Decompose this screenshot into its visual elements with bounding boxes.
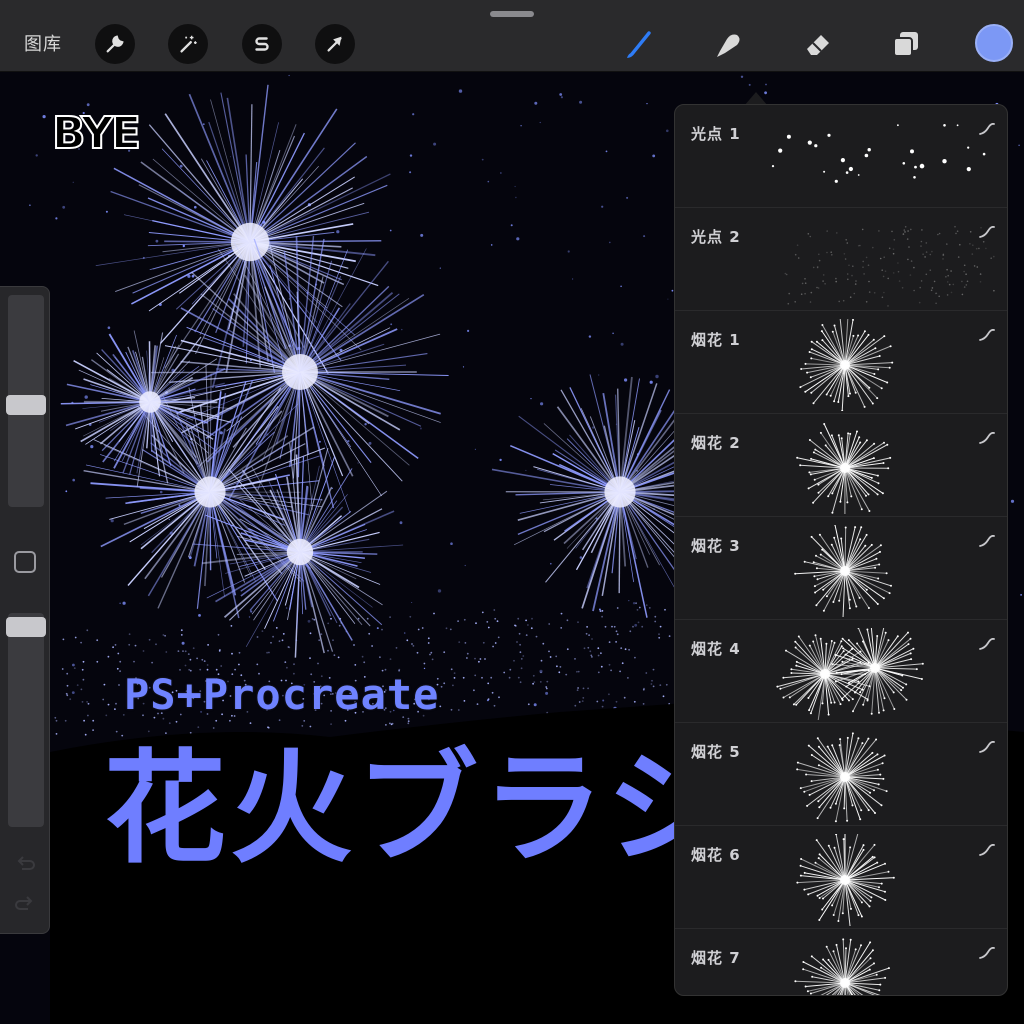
brush-item[interactable]: 光点 2 <box>675 208 1007 311</box>
redo-icon[interactable] <box>14 893 36 915</box>
brush-name: 烟花 2 <box>691 434 741 452</box>
eraser-icon[interactable] <box>796 22 840 66</box>
brush-icon[interactable] <box>618 22 662 66</box>
color-picker-swatch[interactable] <box>975 24 1013 62</box>
modify-square-button[interactable] <box>14 551 36 573</box>
brush-item[interactable]: 烟花 3 <box>675 517 1007 620</box>
brush-name: 烟花 5 <box>691 743 741 761</box>
brush-name: 烟花 3 <box>691 537 741 555</box>
actions-wrench-icon[interactable] <box>95 24 135 64</box>
adjustments-wand-icon[interactable] <box>168 24 208 64</box>
brush-item[interactable]: 烟花 7 <box>675 929 1007 995</box>
brush-item[interactable]: 烟花 5 <box>675 723 1007 826</box>
left-sidebar <box>0 286 50 934</box>
brush-stroke-preview <box>796 834 895 926</box>
brush-name: 烟花 7 <box>691 949 741 967</box>
gallery-button[interactable]: 图库 <box>24 30 62 56</box>
brush-stroke-preview <box>794 525 892 617</box>
brush-stroke-preview <box>776 628 924 720</box>
brush-name: 烟花 4 <box>691 640 741 658</box>
brush-item[interactable]: 烟花 2 <box>675 414 1007 517</box>
smudge-icon[interactable] <box>706 22 750 66</box>
brush-item[interactable]: 光点 1 <box>675 105 1007 208</box>
brush-stroke-preview <box>796 732 888 823</box>
brush-stroke-preview <box>771 124 986 183</box>
brush-item[interactable]: 烟花 4 <box>675 620 1007 723</box>
brush-name: 光点 2 <box>691 228 741 246</box>
brush-stroke-preview <box>799 319 894 411</box>
canvas-subtitle: PS+Procreate <box>124 670 440 719</box>
canvas-title: 花火ブラシ <box>104 738 732 880</box>
transform-arrow-icon[interactable] <box>315 24 355 64</box>
opacity-slider[interactable] <box>8 613 44 827</box>
brush-item[interactable]: 烟花 1 <box>675 311 1007 414</box>
brush-stroke-preview <box>796 423 892 514</box>
undo-icon[interactable] <box>14 853 36 875</box>
window-grabber[interactable] <box>490 11 534 17</box>
top-toolbar: 图库 <box>0 0 1024 72</box>
brush-name: 烟花 1 <box>691 331 741 349</box>
brush-item[interactable]: 烟花 6 <box>675 826 1007 929</box>
bye-logo: BYE <box>51 108 142 159</box>
brush-name: 烟花 6 <box>691 846 741 864</box>
selection-s-icon[interactable] <box>242 24 282 64</box>
brush-name: 光点 1 <box>691 125 741 143</box>
layers-icon[interactable] <box>884 22 928 66</box>
brush-stroke-preview <box>794 938 890 995</box>
brush-stroke-preview <box>784 225 995 307</box>
brush-size-thumb[interactable] <box>6 395 46 415</box>
opacity-thumb[interactable] <box>6 617 46 637</box>
brush-library-panel: 光点 1 光点 2 烟花 1 烟花 2 烟花 3 烟花 4 烟花 5 烟花 6 烟花 7 <box>674 104 1008 996</box>
